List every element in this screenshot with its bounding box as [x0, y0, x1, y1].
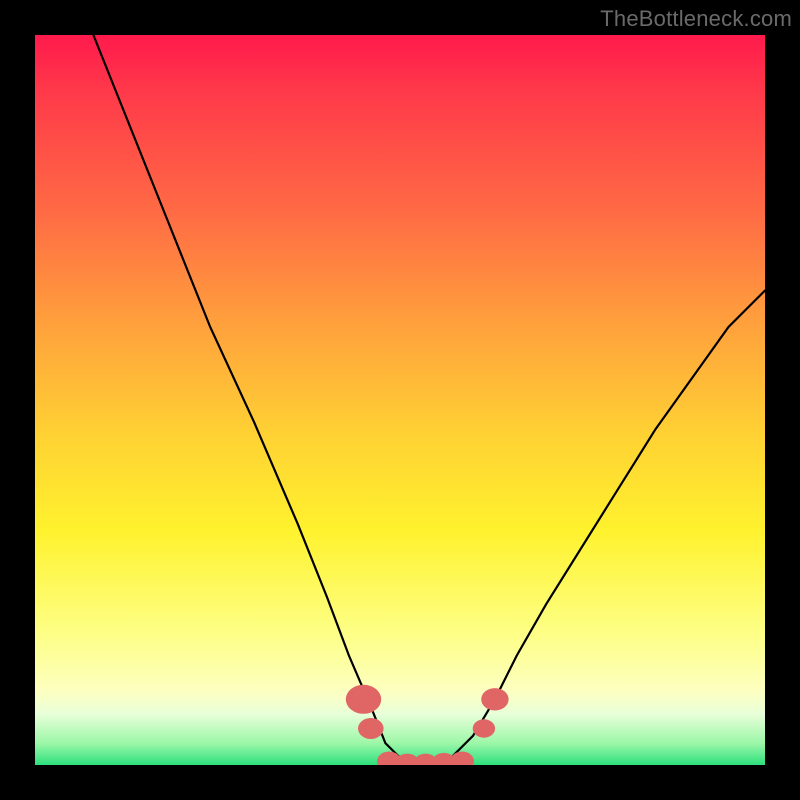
plot-background-gradient	[35, 35, 765, 765]
watermark-text: TheBottleneck.com	[600, 6, 792, 32]
chart-frame: TheBottleneck.com	[0, 0, 800, 800]
